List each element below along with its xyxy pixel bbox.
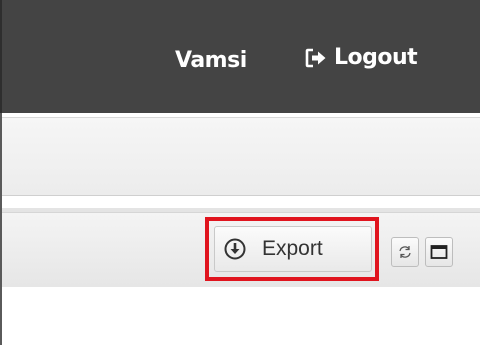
logout-button[interactable]: Logout [304, 45, 418, 70]
logout-label: Logout [334, 45, 418, 70]
maximize-button[interactable] [425, 237, 453, 267]
refresh-button[interactable] [391, 237, 419, 267]
refresh-icon [399, 246, 411, 258]
sign-out-icon [305, 48, 326, 67]
maximize-window-icon [430, 245, 448, 259]
top-header-bar: Vamsi Logout [0, 0, 480, 113]
highlight-box [205, 217, 379, 281]
grid-content-area [2, 287, 480, 345]
secondary-toolbar [2, 117, 480, 196]
username-label[interactable]: Vamsi [175, 48, 247, 73]
